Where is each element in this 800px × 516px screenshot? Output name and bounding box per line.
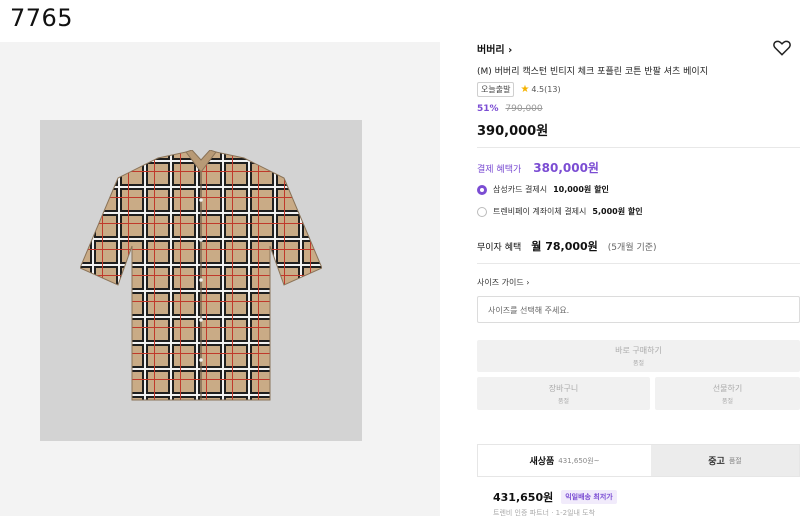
listing-price-row: 431,650원 익일배송 최저가: [493, 489, 617, 505]
discount-rate: 51%: [477, 104, 499, 114]
tab-new-price: 431,650원~: [558, 456, 600, 465]
shirt-illustration: [80, 150, 322, 401]
tab-used-label: 중고: [708, 457, 725, 467]
installment-label: 무이자 혜택: [477, 243, 522, 253]
benefit-option-trenbypay[interactable]: 트렌비페이 계좌이체 결제시 5,000원 할인: [477, 206, 643, 217]
divider: [477, 147, 800, 148]
cart-status: 품절: [557, 398, 570, 405]
installment-months: (5개월 기준): [607, 243, 657, 253]
gift-button[interactable]: 선물하기 품절: [655, 377, 800, 410]
buy-now-button[interactable]: 바로 구매하기 품절: [477, 340, 800, 372]
size-select[interactable]: 사이즈를 선택해 주세요.: [477, 296, 800, 323]
payment-benefit-row: 결제 혜택가 380,000원: [477, 159, 599, 176]
divider: [477, 263, 800, 264]
condition-tabs: 새상품 431,650원~ 중고 품절: [477, 444, 800, 477]
radio-selected-icon[interactable]: [477, 184, 487, 195]
product-image-panel: [0, 42, 440, 516]
benefit-label: 결제 혜택가: [477, 165, 522, 175]
gift-label: 선물하기: [712, 384, 743, 393]
brand-name: 버버리: [477, 45, 505, 56]
original-price: 790,000: [505, 104, 543, 114]
buy-now-label: 바로 구매하기: [615, 346, 662, 355]
delivery-badge: 익일배송 최저가: [561, 490, 617, 504]
installment-row: 무이자 혜택 월 78,000원 (5개월 기준): [477, 238, 657, 254]
page-id-label: 7765: [10, 4, 74, 32]
installment-amount: 월 78,000원: [531, 240, 598, 253]
rating-value: 4.5(13): [531, 85, 561, 94]
product-photo[interactable]: [40, 120, 362, 441]
chevron-right-icon: ›: [508, 45, 513, 56]
sale-price: 390,000원: [477, 124, 549, 139]
benefit-option-text: 삼성카드 결제시: [493, 185, 548, 194]
listing-price: 431,650원: [493, 491, 554, 504]
benefit-price: 380,000원: [533, 161, 599, 175]
tab-used-status: 품절: [728, 456, 742, 465]
buy-now-status: 품절: [632, 360, 645, 367]
add-to-cart-button[interactable]: 장바구니 품절: [477, 377, 650, 410]
product-detail-panel: 버버리 › (M) 버버리 캑스턴 빈티지 체크 포플린 코튼 반팔 셔츠 베이…: [477, 0, 800, 516]
tab-used[interactable]: 중고 품절: [651, 445, 799, 476]
tab-new-label: 새상품: [529, 457, 555, 467]
discount-row: 51% 790,000: [477, 104, 543, 114]
star-icon: ★: [520, 84, 530, 95]
radio-unselected-icon[interactable]: [477, 206, 487, 217]
benefit-option-discount: 5,000원 할인: [592, 207, 643, 216]
heart-icon[interactable]: [772, 38, 792, 58]
benefit-option-text: 트렌비페이 계좌이체 결제시: [493, 207, 587, 216]
tab-new[interactable]: 새상품 431,650원~: [478, 445, 651, 476]
rating[interactable]: ★ 4.5(13): [520, 84, 560, 95]
listing-note: 트렌비 인증 파트너 · 1-2일내 도착: [493, 509, 596, 516]
brand-link[interactable]: 버버리 ›: [477, 41, 512, 56]
benefit-option-samsung[interactable]: 삼성카드 결제시 10,000원 할인: [477, 184, 609, 195]
cart-label: 장바구니: [548, 384, 579, 393]
benefit-option-discount: 10,000원 할인: [553, 185, 609, 194]
product-tags: 오늘출발 ★ 4.5(13): [477, 82, 561, 97]
product-name: (M) 버버리 캑스턴 빈티지 체크 포플린 코튼 반팔 셔츠 베이지: [477, 67, 708, 77]
size-guide-link[interactable]: 사이즈 가이드 ›: [477, 277, 529, 288]
gift-status: 품절: [721, 398, 734, 405]
shipping-badge: 오늘출발: [477, 82, 515, 97]
